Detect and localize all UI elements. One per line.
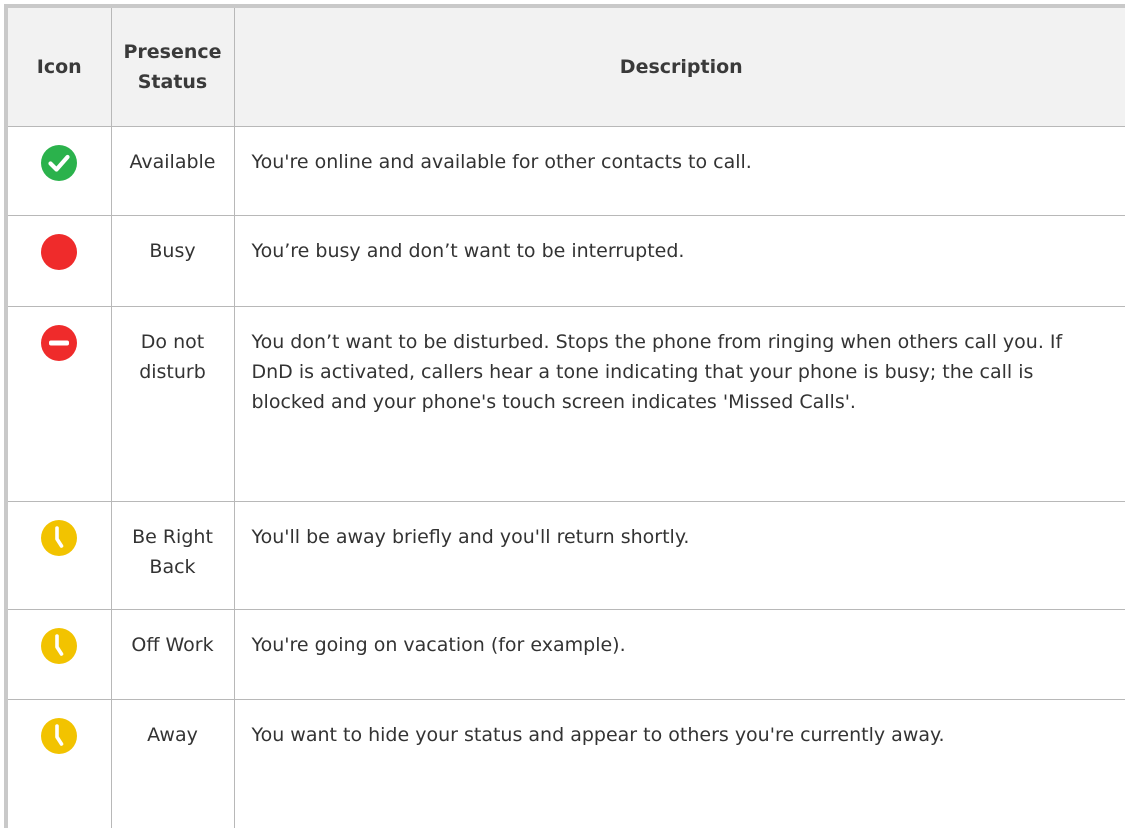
presence-status-table: Icon Presence Status Description Availab… — [8, 8, 1125, 828]
do-not-disturb-icon — [40, 324, 78, 362]
status-cell: Busy — [110, 214, 235, 307]
header-description: Description — [233, 8, 1125, 127]
available-check-icon — [40, 144, 78, 182]
status-cell: Away — [110, 698, 235, 828]
status-cell: Available — [110, 125, 235, 216]
icon-cell — [8, 500, 112, 610]
description-cell: You're going on vacation (for example). — [233, 608, 1125, 700]
table-row: Be Right Back You'll be away briefly and… — [8, 500, 1125, 610]
header-presence-status: Presence Status — [110, 8, 235, 127]
icon-cell — [8, 214, 112, 307]
icon-cell — [8, 698, 112, 828]
table-row: Away You want to hide your status and ap… — [8, 698, 1125, 828]
table-header-row: Icon Presence Status Description — [8, 8, 1125, 127]
header-status-line1: Presence — [123, 40, 222, 63]
description-cell: You’re busy and don’t want to be interru… — [233, 214, 1125, 307]
table-row: Busy You’re busy and don’t want to be in… — [8, 214, 1125, 307]
table-row: Off Work You're going on vacation (for e… — [8, 608, 1125, 700]
description-cell: You're online and available for other co… — [233, 125, 1125, 216]
page: Icon Presence Status Description Availab… — [0, 0, 1125, 828]
status-cell: Off Work — [110, 608, 235, 700]
description-cell: You want to hide your status and appear … — [233, 698, 1125, 828]
status-cell: Be Right Back — [110, 500, 235, 610]
status-cell: Do not disturb — [110, 305, 235, 502]
description-cell: You don’t want to be disturbed. Stops th… — [233, 305, 1125, 502]
clock-icon — [40, 519, 78, 557]
clock-icon — [40, 717, 78, 755]
busy-dot-icon — [40, 233, 78, 271]
icon-cell — [8, 125, 112, 216]
table-row: Do not disturb You don’t want to be dist… — [8, 305, 1125, 502]
icon-cell — [8, 608, 112, 700]
description-cell: You'll be away briefly and you'll return… — [233, 500, 1125, 610]
table-row: Available You're online and available fo… — [8, 125, 1125, 216]
header-icon: Icon — [8, 8, 112, 127]
clock-icon — [40, 627, 78, 665]
icon-cell — [8, 305, 112, 502]
header-status-line2: Status — [137, 70, 208, 93]
